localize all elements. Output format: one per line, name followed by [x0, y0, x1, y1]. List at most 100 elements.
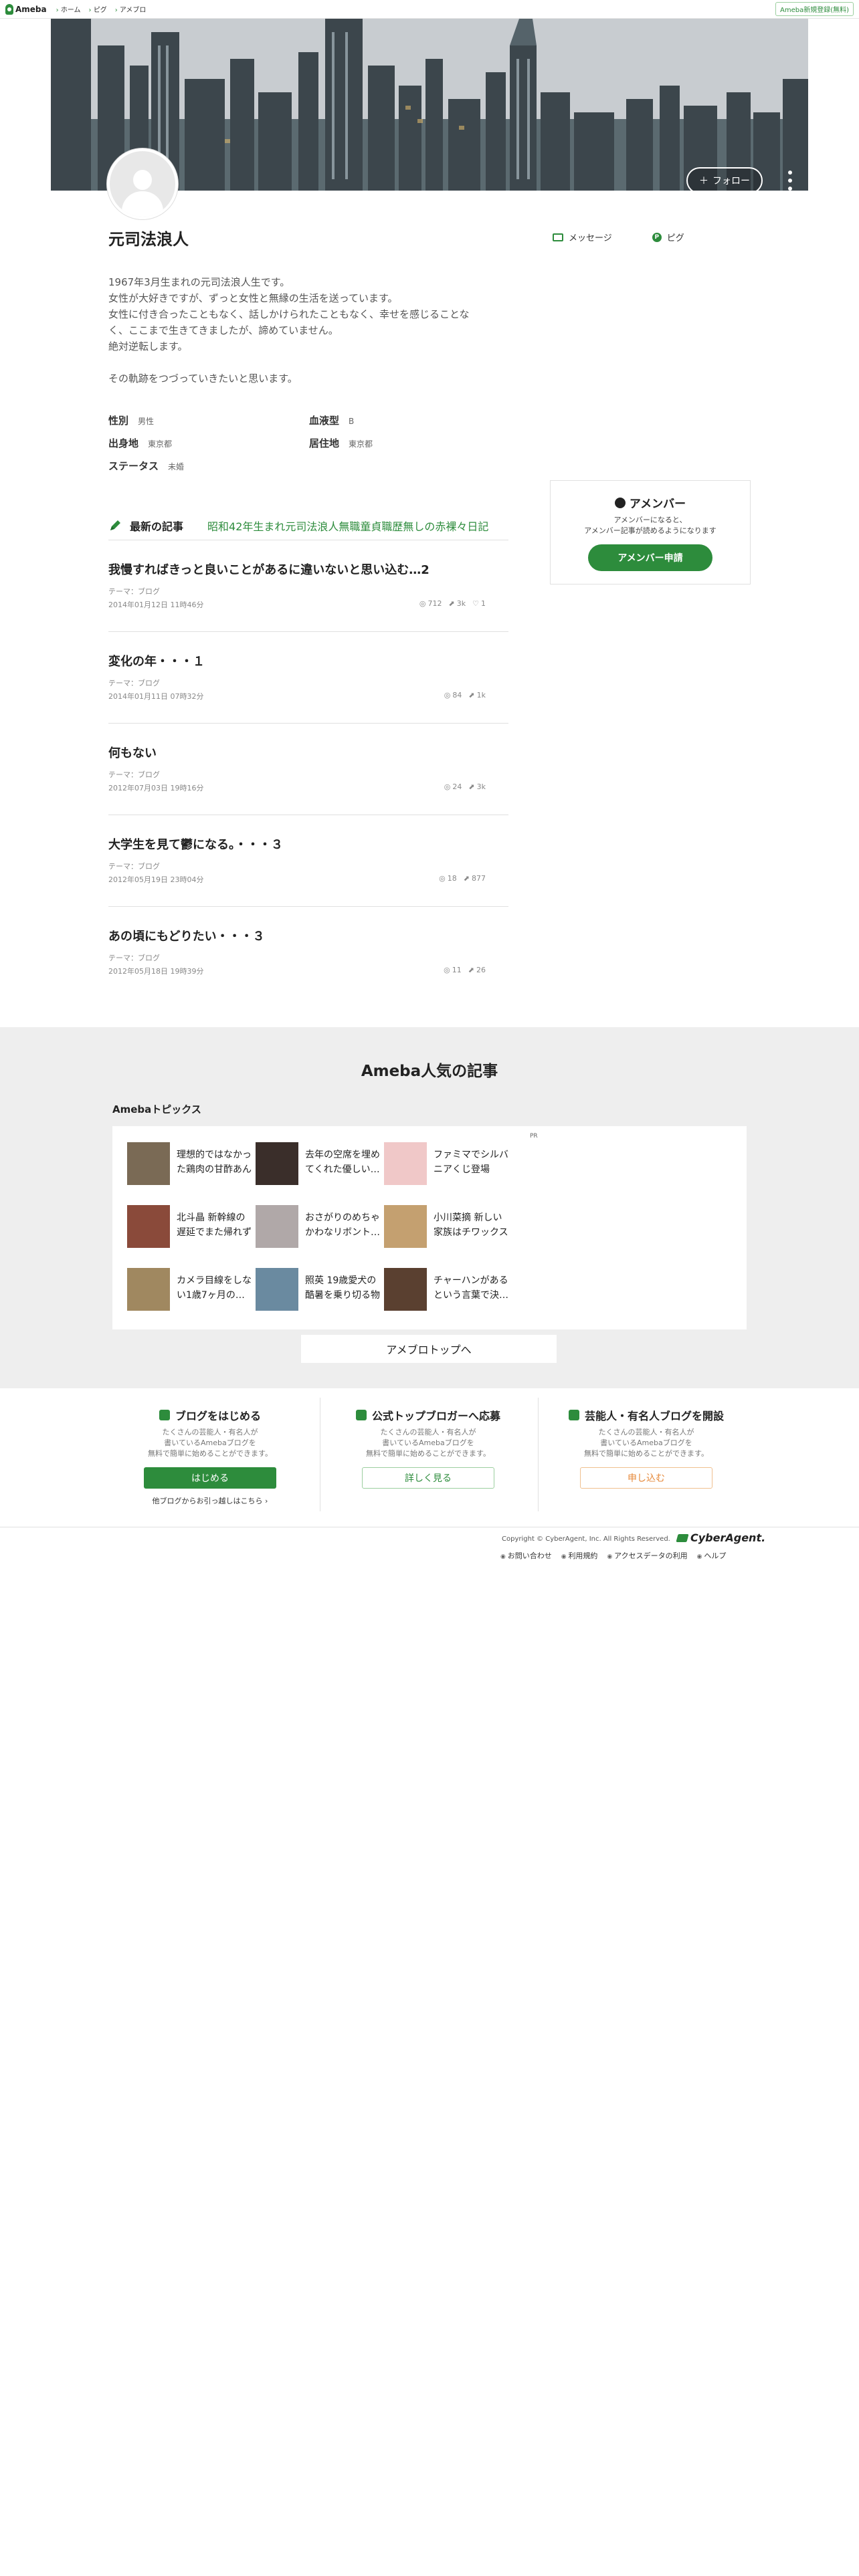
topic-thumbnail[interactable] — [256, 1142, 298, 1185]
article-title[interactable]: 何もない — [108, 744, 157, 761]
nav-pigg-link[interactable]: ピグ — [89, 4, 107, 14]
topic-text[interactable]: 去年の空席を埋めてくれた優しい… — [305, 1148, 383, 1177]
bio-line: その軌跡をつづっていきたいと思います。 — [108, 372, 298, 385]
article-title[interactable]: 大学生を見て鬱になる。・・・３ — [108, 835, 283, 853]
article-date: 2014年01月11日 07時32分 — [108, 692, 204, 701]
topic-item[interactable]: チャーハンがあるという言葉で決… — [384, 1268, 511, 1315]
topic-text[interactable]: 照英 19歳愛犬の酷暑を乗り切る物 — [305, 1273, 383, 1303]
follow-label: フォロー — [712, 176, 750, 187]
nav-home-link[interactable]: ホーム — [56, 4, 81, 14]
avatar[interactable] — [107, 148, 178, 219]
article-item[interactable]: 変化の年・・・１ テーマ：ブログ 2014年01月11日 07時32分 84 1… — [108, 632, 508, 724]
topic-text[interactable]: カメラ目線をしない1歳7ヶ月の… — [177, 1273, 254, 1303]
view-count: 18 — [439, 874, 457, 883]
topics-label: Amebaトピックス — [112, 1103, 201, 1115]
apply-button[interactable]: 申し込む — [580, 1467, 712, 1489]
topic-item[interactable]: 理想的ではなかった鶏肉の甘酢あん — [127, 1142, 254, 1189]
star-icon — [568, 1410, 579, 1420]
pigg-icon: P — [652, 232, 662, 242]
topic-thumbnail[interactable] — [256, 1205, 298, 1248]
bio-line: 女性が大好きですが、ずっと女性と無縁の生活を送っています。 — [108, 292, 398, 304]
article-theme[interactable]: テーマ：ブログ — [108, 769, 160, 780]
topic-item[interactable]: 去年の空席を埋めてくれた優しい… — [256, 1142, 383, 1189]
footer-link-access-data[interactable]: アクセスデータの利用 — [607, 1550, 687, 1561]
topic-thumbnail[interactable] — [384, 1142, 427, 1185]
topic-thumbnail[interactable] — [384, 1268, 427, 1311]
person-icon — [355, 1410, 367, 1420]
like-count[interactable]: 1 — [472, 599, 486, 608]
article-theme[interactable]: テーマ：ブログ — [108, 861, 160, 871]
article-theme[interactable]: テーマ：ブログ — [108, 677, 160, 688]
topic-thumbnail[interactable] — [127, 1268, 170, 1311]
topic-text[interactable]: 理想的ではなかった鶏肉の甘酢あん — [177, 1148, 254, 1177]
fact-value: B — [349, 417, 355, 426]
article-list: 我慢すればきっと良いことがあるに違いないと思い込む…2 テーマ：ブログ 2014… — [108, 540, 508, 998]
promo-desc: たくさんの芸能人・有名人が 書いているAmebaブログを 無料で簡単に始めること… — [538, 1427, 755, 1459]
article-stats: 84 1k — [444, 691, 486, 700]
view-count: 11 — [444, 966, 462, 974]
topic-thumbnail[interactable] — [256, 1268, 298, 1311]
topics-grid: PR 理想的ではなかった鶏肉の甘酢あん 去年の空席を埋めてくれた優しい… ファミ… — [112, 1126, 747, 1329]
migrate-link[interactable]: 他ブログからお引っ越しはこちら › — [102, 1495, 318, 1506]
promo-section: ブログをはじめる たくさんの芸能人・有名人が 書いているAmebaブログを 無料… — [0, 1388, 859, 1527]
promo-desc-line: たくさんの芸能人・有名人が — [162, 1428, 258, 1436]
topic-thumbnail[interactable] — [384, 1205, 427, 1248]
topic-item[interactable]: おさがりのめちゃかわなリボント… — [256, 1205, 383, 1252]
article-item[interactable]: あの頃にもどりたい・・・３ テーマ：ブログ 2012年05月18日 19時39分… — [108, 907, 508, 998]
topic-text[interactable]: チャーハンがあるという言葉で決… — [434, 1273, 511, 1303]
more-menu-icon[interactable] — [785, 171, 795, 191]
topic-text[interactable]: おさがりのめちゃかわなリボント… — [305, 1210, 383, 1240]
register-button[interactable]: Ameba新規登録(無料) — [775, 2, 854, 16]
follow-button[interactable]: ＋ フォロー — [686, 167, 763, 191]
cyberagent-logo-text: CyberAgent. — [690, 1531, 766, 1544]
plus-icon: ＋ — [699, 176, 708, 187]
promo-title: 公式トップブロガーへ応募 — [371, 1410, 500, 1422]
details-button[interactable]: 詳しく見る — [362, 1467, 494, 1489]
start-blog-button[interactable]: はじめる — [144, 1467, 276, 1489]
article-theme[interactable]: テーマ：ブログ — [108, 952, 160, 963]
promo-desc: たくさんの芸能人・有名人が 書いているAmebaブログを 無料で簡単に始めること… — [102, 1427, 318, 1459]
cyberagent-logo[interactable]: CyberAgent. — [676, 1531, 766, 1544]
ameba-logo[interactable]: Ameba — [5, 3, 47, 15]
article-title[interactable]: あの頃にもどりたい・・・３ — [108, 927, 265, 944]
message-link[interactable]: メッセージ — [553, 231, 612, 243]
article-item[interactable]: 大学生を見て鬱になる。・・・３ テーマ：ブログ 2012年05月19日 23時0… — [108, 815, 508, 907]
topic-text[interactable]: 小川菜摘 新しい家族はチワックス — [434, 1210, 511, 1240]
footer-link-help[interactable]: ヘルプ — [697, 1550, 726, 1561]
topic-text[interactable]: ファミマでシルバニアくじ登場 — [434, 1148, 511, 1177]
article-item[interactable]: 何もない テーマ：ブログ 2012年07月03日 19時16分 24 3k — [108, 724, 508, 815]
article-title[interactable]: 変化の年・・・１ — [108, 652, 205, 669]
topic-item[interactable]: ファミマでシルバニアくじ登場 — [384, 1142, 511, 1189]
amember-desc-line: アメンバーになると、 — [613, 516, 687, 524]
view-count: 712 — [419, 599, 442, 608]
article-theme[interactable]: テーマ：ブログ — [108, 586, 160, 597]
topic-item[interactable]: カメラ目線をしない1歳7ヶ月の… — [127, 1268, 254, 1315]
amember-box: アメンバー アメンバーになると、 アメンバー記事が読めるようになります アメンバ… — [550, 480, 751, 584]
topic-item[interactable]: 小川菜摘 新しい家族はチワックス — [384, 1205, 511, 1252]
ameblo-top-button[interactable]: アメブロトップへ — [301, 1335, 557, 1363]
fact-label: 出身地 — [108, 437, 139, 449]
footer-link-terms[interactable]: 利用規約 — [561, 1550, 597, 1561]
footer-link-contact[interactable]: お問い合わせ — [500, 1550, 552, 1561]
fact-value: 東京都 — [148, 439, 173, 449]
article-item[interactable]: 我慢すればきっと良いことがあるに違いないと思い込む…2 テーマ：ブログ 2014… — [108, 540, 508, 632]
topic-text[interactable]: 北斗晶 新幹線の遅延でまた帰れず — [177, 1210, 254, 1240]
amember-apply-button[interactable]: アメンバー申請 — [588, 544, 712, 571]
fact-blood: 血液型 B — [309, 413, 354, 427]
nav-ameblo-link[interactable]: アメブロ — [115, 4, 147, 14]
pigg-link[interactable]: P ピグ — [652, 231, 684, 243]
message-label: メッセージ — [569, 233, 612, 243]
topic-thumbnail[interactable] — [127, 1142, 170, 1185]
topic-item[interactable]: 照英 19歳愛犬の酷暑を乗り切る物 — [256, 1268, 383, 1315]
blog-title-ticker[interactable]: 昭和42年生まれ元司法浪人無職童貞職歴無しの赤裸々日記 — [207, 518, 488, 534]
topic-thumbnail[interactable] — [127, 1205, 170, 1248]
global-nav: ホーム ピグ アメブロ — [56, 4, 147, 14]
profile-bio: 1967年3月生まれの元司法浪人生です。 女性が大好きですが、ずっと女性と無縁の… — [108, 274, 503, 387]
fact-gender: 性別 男性 — [108, 413, 154, 427]
view-count: 84 — [444, 691, 462, 700]
topic-item[interactable]: 北斗晶 新幹線の遅延でまた帰れず — [127, 1205, 254, 1252]
promo-desc: たくさんの芸能人・有名人が 書いているAmebaブログを 無料で簡単に始めること… — [320, 1427, 537, 1459]
profile-name[interactable]: 元司法浪人 — [108, 226, 189, 249]
reblog-count: 26 — [468, 966, 486, 974]
article-title[interactable]: 我慢すればきっと良いことがあるに違いないと思い込む…2 — [108, 560, 430, 578]
